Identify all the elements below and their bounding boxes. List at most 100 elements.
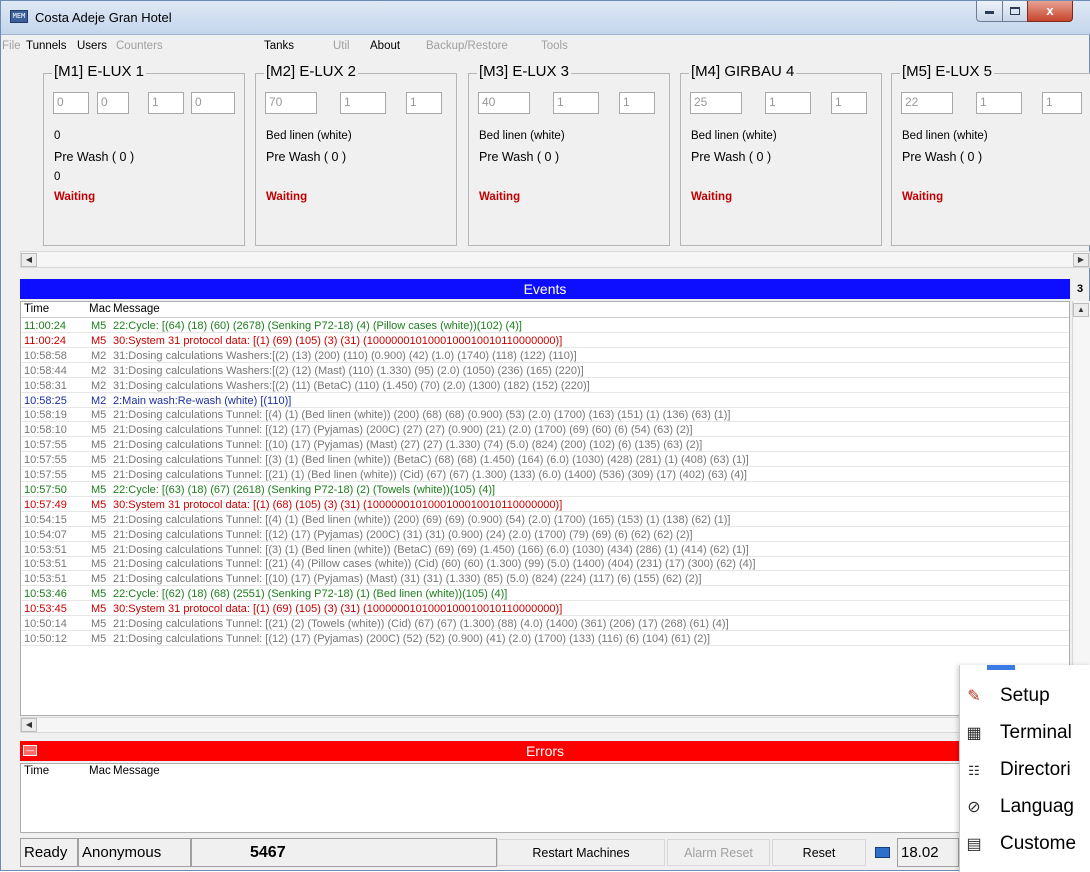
menu-bar: File Tunnels Users Counters Tanks Util A…	[2, 37, 1088, 57]
event-time: 10:53:46	[24, 588, 67, 601]
event-row[interactable]: 10:53:51 M5 21:Dosing calculations Tunnel:…	[21, 543, 1069, 557]
event-row[interactable]: 10:58:10 M5 21:Dosing calculations Tunnel:…	[21, 423, 1069, 438]
status-version: 18.02	[897, 838, 959, 867]
machine-input[interactable]: 22	[901, 92, 953, 114]
event-row[interactable]: 10:50:12 M5 21:Dosing calculations Tunnel:…	[21, 632, 1069, 646]
event-row[interactable]: 10:58:58 M2 31:Dosing calculations Washers…	[21, 349, 1069, 363]
column-machine[interactable]: Mac	[89, 303, 111, 315]
column-time[interactable]: Time	[24, 765, 49, 777]
event-row[interactable]: 10:53:51 M5 21:Dosing calculations Tunnel:…	[21, 572, 1069, 587]
title-bar: MEM Costa Adeje Gran Hotel x	[1, 1, 1090, 35]
machine-phase: Pre Wash ( 0 )	[691, 150, 772, 164]
reset-button[interactable]: Reset	[772, 839, 866, 866]
menu-counters[interactable]: Counters	[116, 40, 163, 52]
machine-input[interactable]: 70	[265, 92, 317, 114]
column-machine[interactable]: Mac	[89, 765, 111, 777]
menu-tanks[interactable]: Tanks	[264, 40, 294, 52]
event-machine: M5	[91, 543, 107, 556]
event-row[interactable]: 10:57:49 M5 30:System 31 protocol data: [(…	[21, 498, 1069, 512]
machine-input[interactable]: 0	[191, 92, 235, 114]
event-row[interactable]: 10:54:07 M5 21:Dosing calculations Tunnel:…	[21, 528, 1069, 542]
menu-tools[interactable]: Tools	[541, 40, 568, 52]
menu-item-customers[interactable]: ▤ Custome	[960, 829, 1090, 861]
machine-panel-m4: [M4] GIRBAU 4 25 1 1 Bed linen (white) P…	[680, 63, 882, 246]
keyboard-icon[interactable]	[875, 847, 890, 858]
event-row[interactable]: 10:53:45 M5 30:System 31 protocol data: [(…	[21, 602, 1069, 617]
event-row[interactable]: 10:58:19 M5 21:Dosing calculations Tunnel:…	[21, 408, 1069, 423]
event-message: 21:Dosing calculations Tunnel: [(21) (1)…	[113, 469, 747, 481]
event-time: 11:00:24	[24, 320, 67, 332]
menu-item-directories[interactable]: ☷ Directori	[960, 755, 1090, 787]
scroll-left-icon[interactable]: ◀	[21, 253, 37, 267]
machine-input[interactable]: 1	[831, 92, 867, 114]
menu-users[interactable]: Users	[77, 40, 107, 52]
machine-input[interactable]: 1	[406, 92, 442, 114]
menu-file[interactable]: File	[2, 40, 21, 52]
menu-tunnels[interactable]: Tunnels	[26, 40, 67, 52]
machine-input[interactable]: 40	[478, 92, 530, 114]
event-row[interactable]: 10:53:51 M5 21:Dosing calculations Tunnel:…	[21, 557, 1069, 572]
scroll-left-icon[interactable]: ◀	[21, 718, 37, 732]
event-row[interactable]: 10:53:46 M5 22:Cycle: [(62) (18) (68) (255…	[21, 587, 1069, 602]
events-vertical-scrollbar[interactable]: ▲	[1072, 301, 1090, 716]
machines-scrollbar[interactable]: ◀ ▶	[20, 251, 1090, 268]
menu-item-setup[interactable]: ✎ Setup	[960, 681, 1090, 713]
event-row[interactable]: 10:57:55 M5 21:Dosing calculations Tunnel:…	[21, 438, 1069, 453]
machine-title: [M1] E-LUX 1	[52, 63, 147, 80]
machine-input[interactable]: 1	[340, 92, 386, 114]
event-row[interactable]: 11:00:24 M5 30:System 31 protocol data: [(…	[21, 334, 1069, 348]
machine-status: Waiting	[902, 191, 944, 203]
event-time: 10:58:44	[24, 364, 67, 377]
column-time[interactable]: Time	[24, 303, 49, 315]
machine-input[interactable]: 1	[148, 92, 184, 114]
machine-input[interactable]: 1	[976, 92, 1022, 114]
machine-input[interactable]: 25	[690, 92, 742, 114]
maximize-button[interactable]	[1002, 1, 1028, 22]
status-ready: Ready	[20, 838, 78, 867]
menu-item-label: Terminal	[1000, 722, 1072, 743]
event-row[interactable]: 10:57:55 M5 21:Dosing calculations Tunnel:…	[21, 468, 1069, 482]
machine-input[interactable]: 1	[1042, 92, 1082, 114]
column-message[interactable]: Message	[113, 303, 160, 315]
event-row[interactable]: 10:57:55 M5 21:Dosing calculations Tunnel:…	[21, 453, 1069, 468]
alarm-reset-button[interactable]: Alarm Reset	[667, 839, 770, 866]
event-time: 10:53:51	[24, 573, 67, 586]
restart-machines-button[interactable]: Restart Machines	[497, 839, 665, 866]
event-time: 11:00:24	[24, 334, 67, 347]
event-machine: M5	[91, 632, 107, 645]
event-row[interactable]: 11:00:24 M5 22:Cycle: [(64) (18) (60) (267…	[21, 319, 1069, 333]
event-time: 10:54:07	[24, 528, 67, 541]
event-row[interactable]: 10:54:15 M5 21:Dosing calculations Tunnel:…	[21, 513, 1069, 527]
event-machine: M5	[91, 573, 107, 586]
menu-backup-restore[interactable]: Backup/Restore	[426, 40, 508, 52]
menu-item-terminal[interactable]: ▦ Terminal	[960, 718, 1090, 750]
machine-input[interactable]: 1	[765, 92, 811, 114]
machine-input[interactable]: 1	[619, 92, 655, 114]
event-machine: M5	[91, 588, 107, 601]
scroll-right-icon[interactable]: ▶	[1073, 253, 1089, 267]
event-message: 21:Dosing calculations Tunnel: [(3) (1) …	[113, 543, 749, 556]
collapse-icon[interactable]: —	[23, 745, 37, 756]
minimize-button[interactable]	[976, 1, 1003, 22]
event-row[interactable]: 10:58:44 M2 31:Dosing calculations Washers…	[21, 364, 1069, 378]
event-row[interactable]: 10:58:31 M2 31:Dosing calculations Washers…	[21, 379, 1069, 393]
menu-item-language[interactable]: ⊘ Languag	[960, 792, 1090, 824]
menu-about[interactable]: About	[370, 40, 400, 52]
machine-input[interactable]: 0	[53, 92, 89, 114]
machine-input[interactable]: 0	[97, 92, 129, 114]
event-time: 10:58:19	[24, 409, 67, 422]
events-horizontal-scrollbar[interactable]: ◀	[20, 717, 1070, 733]
close-button[interactable]: x	[1027, 1, 1073, 22]
event-row[interactable]: 10:50:14 M5 21:Dosing calculations Tunnel:…	[21, 617, 1069, 631]
column-message[interactable]: Message	[113, 765, 160, 777]
calculator-icon: ▦	[966, 725, 982, 742]
event-message: 30:System 31 protocol data: [(1) (69) (1…	[113, 334, 563, 347]
window-title: Costa Adeje Gran Hotel	[35, 10, 172, 25]
machine-input[interactable]: 1	[553, 92, 599, 114]
event-row[interactable]: 10:58:25 M2 2:Main wash:Re-wash (white) [(…	[21, 394, 1069, 408]
scroll-up-icon[interactable]: ▲	[1073, 303, 1089, 317]
event-row[interactable]: 10:57:50 M5 22:Cycle: [(63) (18) (67) (261…	[21, 483, 1069, 497]
event-message: 31:Dosing calculations Washers:[(2) (12)…	[113, 364, 584, 377]
menu-util[interactable]: Util	[333, 40, 350, 52]
machine-panel-m3: [M3] E-LUX 3 40 1 1 Bed linen (white) Pr…	[468, 63, 670, 246]
